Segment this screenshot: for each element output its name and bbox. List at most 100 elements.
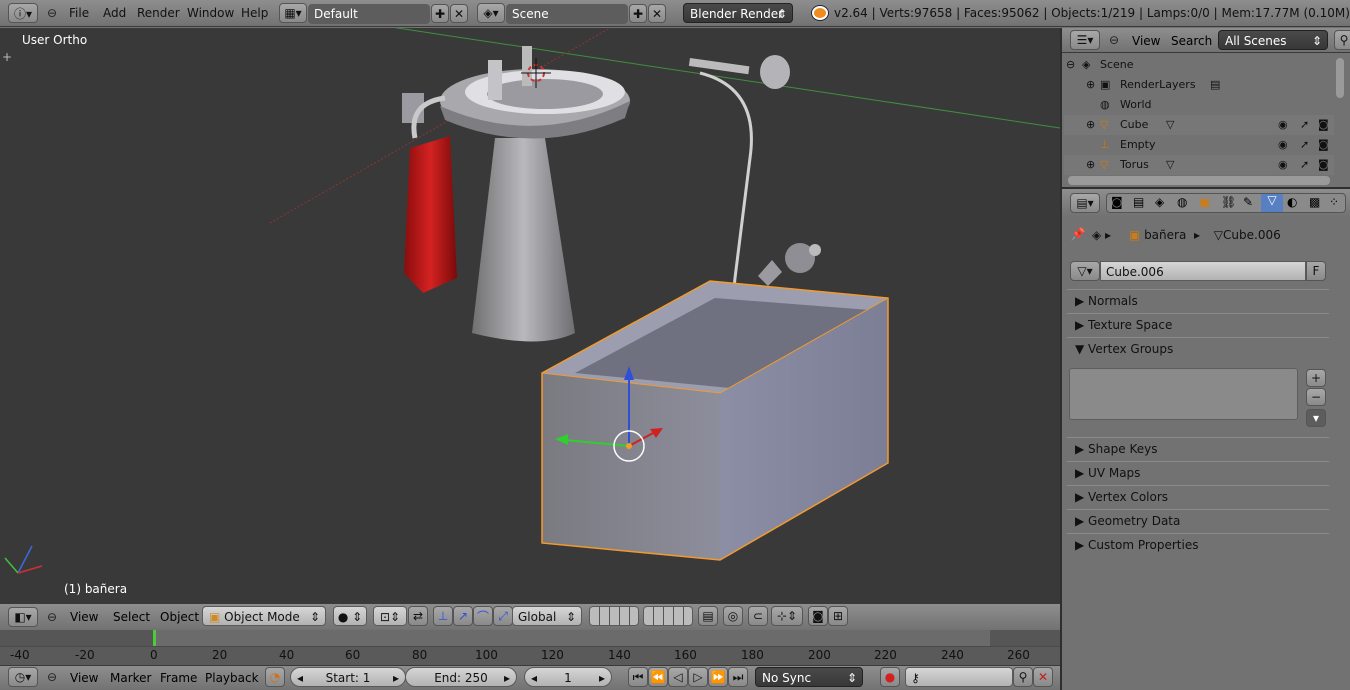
viewport-menu-object[interactable]: Object [160, 610, 199, 624]
editor-type-info-button[interactable]: ⓘ▾ [8, 3, 38, 23]
menu-add[interactable]: Add [103, 6, 126, 20]
translate-manipulator-icon[interactable]: ⊥ [433, 606, 453, 626]
editor-type-3d-button[interactable]: ◧▾ [8, 607, 38, 627]
scale-manipulator-2-icon[interactable]: ⤢ [493, 606, 513, 626]
viewport-menu-view[interactable]: View [70, 610, 98, 624]
collapse-menu-icon[interactable]: ⊖ [42, 3, 62, 23]
jump-start-icon[interactable]: ⏮ [628, 667, 648, 687]
remove-vertex-group-icon[interactable]: − [1306, 388, 1326, 406]
manipulator-toggle-icon[interactable]: ⇄ [408, 606, 428, 626]
collapse-outliner-menu-icon[interactable]: ⊖ [1104, 30, 1124, 50]
scale-manipulator-icon[interactable]: ⌒ [473, 606, 493, 626]
menu-help[interactable]: Help [241, 6, 268, 20]
mesh-browse-icon[interactable]: ▽▾ [1070, 261, 1100, 281]
collapse-viewport-menu-icon[interactable]: ⊖ [42, 607, 62, 627]
play-reverse-icon[interactable]: ◁ [668, 667, 688, 687]
modifiers-tab-icon[interactable]: ✎ [1243, 195, 1253, 209]
next-keyframe-icon[interactable]: ⏩ [708, 667, 728, 687]
mesh-name-field[interactable]: Cube.006 [1100, 261, 1306, 281]
collapse-timeline-menu-icon[interactable]: ⊖ [42, 667, 62, 687]
add-layout-icon[interactable]: ✚ [431, 4, 449, 23]
snap-toggle-icon[interactable]: ⊂ [748, 606, 768, 626]
outliner-menu-view[interactable]: View [1132, 34, 1160, 48]
menu-window[interactable]: Window [187, 6, 234, 20]
outliner-row-world[interactable]: ◍ World [1064, 95, 1334, 115]
add-vertex-group-icon[interactable]: + [1306, 369, 1326, 387]
camera-render-icon[interactable]: ◙ [1318, 135, 1329, 155]
layer-buttons-2[interactable] [643, 606, 693, 626]
add-scene-icon[interactable]: ✚ [629, 4, 647, 23]
screen-layout-icon[interactable]: ▦▾ [279, 3, 307, 23]
material-tab-icon[interactable]: ◐ [1287, 195, 1297, 209]
outliner-row-renderlayers[interactable]: ⊕ ▣ RenderLayers ▤ [1064, 75, 1334, 95]
timeline-area[interactable]: -40 -20 0 20 40 60 80 100 120 140 160 18… [0, 630, 1060, 665]
cursor-select-icon[interactable]: ➚ [1300, 135, 1309, 155]
outliner-hscrollbar[interactable] [1068, 176, 1330, 185]
outliner-filter-select[interactable]: All Scenes ⇕ [1218, 30, 1328, 50]
camera-render-icon[interactable]: ◙ [1318, 155, 1329, 175]
lock-camera-icon[interactable]: ▤ [698, 606, 718, 626]
outliner-row-torus[interactable]: ⊕ ▽ Torus ▽ ◉ ➚ ◙ [1064, 155, 1334, 175]
outliner-vscrollbar[interactable] [1336, 58, 1344, 98]
vertex-group-specials-icon[interactable]: ▾ [1306, 409, 1326, 427]
editor-type-outliner-button[interactable]: ☰▾ [1070, 30, 1100, 50]
render-layers-tab-icon[interactable]: ▤ [1133, 195, 1144, 209]
cursor-select-icon[interactable]: ➚ [1300, 155, 1309, 175]
expand-icon[interactable]: ⊕ [1086, 115, 1095, 135]
scene-icon[interactable]: ◈▾ [477, 3, 505, 23]
render-tab-icon[interactable]: ◙ [1111, 195, 1123, 209]
remove-keying-icon[interactable]: ✕ [1033, 667, 1053, 687]
particles-tab-icon[interactable]: ⁘ [1329, 195, 1339, 209]
end-frame-field[interactable]: End: 250 ▸ [405, 667, 517, 687]
play-icon[interactable]: ▷ [688, 667, 708, 687]
outliner-search-icon[interactable]: ⚲ [1334, 30, 1350, 50]
panel-custom-properties[interactable]: ▶ Custom Properties [1067, 533, 1329, 555]
shading-select[interactable]: ● ⇕ [333, 606, 367, 626]
expand-icon[interactable]: ⊕ [1086, 155, 1095, 175]
panel-uv-maps[interactable]: ▶ UV Maps [1067, 461, 1329, 483]
remove-layout-icon[interactable]: ✕ [450, 4, 468, 23]
editor-type-timeline-button[interactable]: ◷▾ [8, 667, 38, 687]
panel-geometry-data[interactable]: ▶ Geometry Data [1067, 509, 1329, 531]
render-icon[interactable]: ◙ [808, 606, 828, 626]
scene-field[interactable]: Scene [506, 4, 628, 24]
3d-viewport[interactable]: User Ortho (1) bañera [0, 28, 1060, 603]
expand-icon[interactable]: ⊕ [1086, 75, 1095, 95]
eye-icon[interactable]: ◉ [1278, 115, 1288, 135]
timeline-menu-view[interactable]: View [70, 671, 98, 685]
timeline-menu-marker[interactable]: Marker [110, 671, 151, 685]
collapse-icon[interactable]: ⊖ [1066, 55, 1075, 75]
viewport-menu-select[interactable]: Select [113, 610, 150, 624]
texture-tab-icon[interactable]: ▩ [1309, 195, 1320, 209]
panel-vertex-colors[interactable]: ▶ Vertex Colors [1067, 485, 1329, 507]
keying-set-field[interactable]: ⚷ [905, 667, 1013, 687]
sync-select[interactable]: No Sync ⇕ [755, 667, 863, 687]
editor-type-properties-button[interactable]: ▤▾ [1070, 193, 1100, 213]
menu-file[interactable]: File [69, 6, 89, 20]
preview-range-icon[interactable]: ◔ [265, 667, 285, 687]
pin-icon[interactable]: 📌 [1068, 224, 1088, 244]
vertex-groups-list[interactable] [1069, 368, 1298, 420]
snap-element-icon[interactable]: ⊹⇕ [771, 606, 803, 626]
panel-normals[interactable]: ▶ Normals [1067, 289, 1329, 311]
constraints-tab-icon[interactable]: ⛓ [1221, 195, 1236, 209]
pivot-select[interactable]: ⊡⇕ [373, 606, 407, 626]
mode-select[interactable]: ▣ Object Mode ⇕ [202, 606, 326, 626]
orientation-select[interactable]: Global ⇕ [512, 606, 582, 626]
outliner-row-scene[interactable]: ⊖ ◈ Scene [1064, 55, 1334, 75]
fake-user-button[interactable]: F [1306, 261, 1326, 281]
panel-texture-space[interactable]: ▶ Texture Space [1067, 313, 1329, 335]
add-keying-icon[interactable]: ⚲ [1013, 667, 1033, 687]
panel-vertex-groups[interactable]: ▼ Vertex Groups [1067, 337, 1329, 359]
render-engine-select[interactable]: Blender Render ⇕ [683, 3, 793, 23]
proportional-edit-icon[interactable]: ◎ [723, 606, 743, 626]
render-animation-icon[interactable]: ⊞ [828, 606, 848, 626]
eye-icon[interactable]: ◉ [1278, 155, 1288, 175]
object-tab-icon[interactable]: ▣ [1199, 195, 1210, 209]
outliner-row-cube[interactable]: ⊕ ▽ Cube ▽ ◉ ➚ ◙ [1064, 115, 1334, 135]
timeline-menu-frame[interactable]: Frame [160, 671, 197, 685]
cursor-select-icon[interactable]: ➚ [1300, 115, 1309, 135]
layer-buttons-1[interactable] [589, 606, 639, 626]
screen-layout-field[interactable]: Default [308, 4, 430, 24]
current-frame-field[interactable]: ◂ 1 ▸ [524, 667, 612, 687]
